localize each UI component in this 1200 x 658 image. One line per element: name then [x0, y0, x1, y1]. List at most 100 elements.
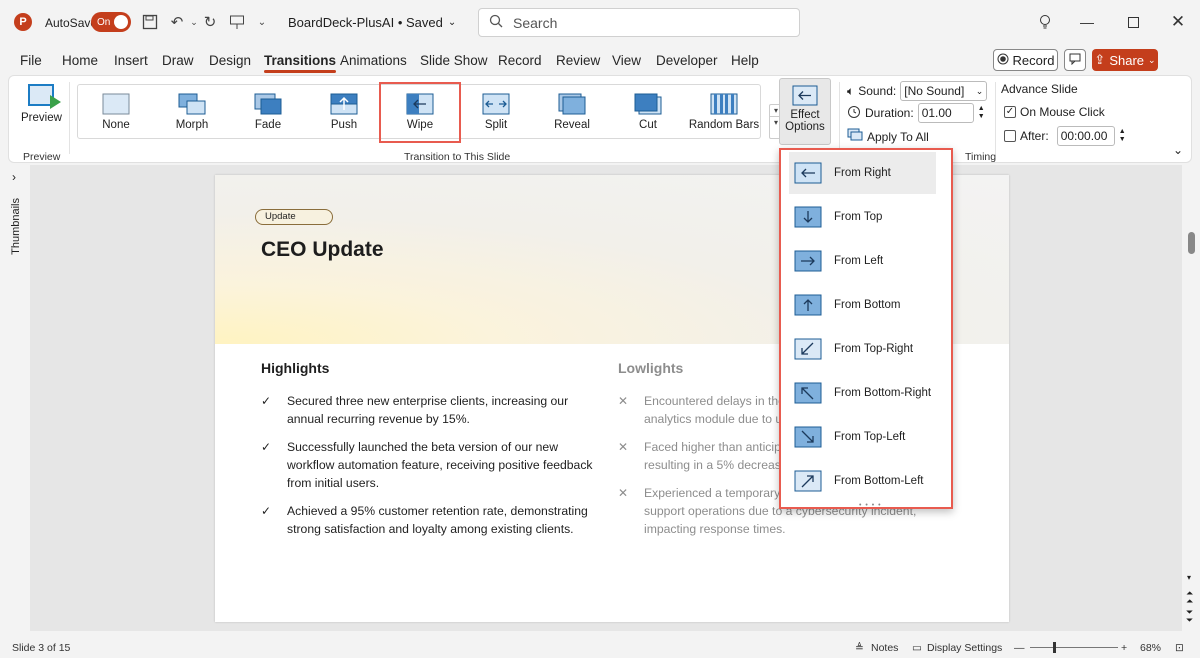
sound-label: Sound: [858, 84, 897, 98]
zoom-level[interactable]: 68% [1140, 642, 1161, 654]
display-settings-button[interactable]: Display Settings [927, 642, 1002, 654]
notes-button[interactable]: Notes [871, 642, 898, 654]
customize-toolbar-icon[interactable]: ⌄ [252, 12, 272, 32]
effect-label: From Top [834, 211, 883, 223]
close-icon[interactable]: ✕ [1167, 12, 1189, 32]
zoom-slider[interactable] [1030, 647, 1118, 648]
effect-from-top-left[interactable]: From Top-Left [789, 416, 936, 458]
sound-select[interactable]: [No Sound] ⌄ [900, 81, 988, 101]
transition-wipe[interactable]: Wipe [379, 82, 461, 143]
text-line: impacting response times. [644, 522, 786, 536]
duration-label: Duration: [865, 106, 914, 120]
autosave-toggle[interactable]: On [91, 12, 131, 32]
on-mouse-click-checkbox[interactable]: ✓ On Mouse Click [1004, 105, 1105, 119]
wipe-icon [406, 93, 434, 115]
previous-slide-icon[interactable]: ⏶ ⏶ [1186, 589, 1193, 606]
expand-thumbnails-icon[interactable]: › [12, 170, 28, 184]
menu-home[interactable]: Home [62, 53, 98, 68]
duration-spinner-icon[interactable]: ▲ ▼ [978, 105, 985, 121]
x-mark-icon: ✕ [618, 440, 629, 454]
after-spinner-icon[interactable]: ▲ ▼ [1119, 128, 1126, 144]
effect-label: From Top-Left [834, 431, 906, 443]
after-label: After: [1020, 129, 1049, 143]
menu-insert[interactable]: Insert [114, 53, 148, 68]
menu-draw[interactable]: Draw [162, 53, 194, 68]
transition-split[interactable]: Split [458, 85, 534, 140]
thumbnails-pane-collapsed[interactable]: › Thumbnails [8, 170, 28, 270]
menu-review[interactable]: Review [556, 53, 600, 68]
from-top-right-icon [794, 338, 822, 360]
menu-record[interactable]: Record [498, 53, 542, 68]
from-top-icon [794, 206, 822, 228]
scroll-down-icon[interactable]: ▾ [1187, 573, 1191, 582]
on-mouse-click-label: On Mouse Click [1020, 105, 1105, 119]
zoom-slider-thumb[interactable] [1053, 642, 1056, 653]
lightbulb-icon[interactable] [1034, 12, 1056, 32]
fit-to-window-icon[interactable]: ⊡ [1175, 642, 1184, 654]
save-icon[interactable] [140, 12, 160, 32]
apply-all-button[interactable]: Apply To All [847, 128, 929, 145]
effect-from-bottom-left[interactable]: From Bottom-Left [789, 460, 936, 502]
search-placeholder: Search [513, 14, 558, 31]
autosave-state: On [97, 16, 111, 28]
display-settings-icon[interactable]: ▭ [912, 642, 922, 654]
effect-label: From Bottom [834, 299, 901, 311]
divider [69, 82, 70, 154]
transition-morph[interactable]: Morph [154, 85, 230, 140]
text-line: Secured three new enterprise clients, in… [287, 394, 569, 408]
advance-slide-title: Advance Slide [1001, 82, 1078, 96]
menu-transitions[interactable]: Transitions [264, 53, 337, 73]
transition-cut[interactable]: Cut [610, 85, 686, 140]
transition-none[interactable]: None [78, 85, 154, 140]
menu-resize-grip-icon[interactable]: • • • • [859, 502, 882, 509]
menu-developer[interactable]: Developer [656, 53, 718, 68]
menu-design[interactable]: Design [209, 53, 251, 68]
vertical-scrollbar[interactable]: ▾ ⏶ ⏶ ⏷ ⏷ [1183, 165, 1200, 631]
effect-from-top[interactable]: From Top [789, 196, 936, 238]
scrollbar-thumb[interactable] [1188, 232, 1195, 254]
maximize-icon[interactable] [1122, 12, 1144, 32]
lowlights-heading: Lowlights [618, 360, 684, 376]
zoom-in-icon[interactable]: + [1121, 642, 1127, 654]
share-button[interactable]: ⇪ Share ⌄ [1092, 49, 1158, 71]
minimize-icon[interactable]: — [1076, 12, 1098, 32]
menu-help[interactable]: Help [731, 53, 759, 68]
notes-icon[interactable]: ≜ [855, 642, 864, 654]
duration-input[interactable]: 01.00 [917, 103, 974, 123]
collapse-ribbon-icon[interactable]: ⌄ [1173, 143, 1183, 157]
zoom-out-icon[interactable]: — [1014, 642, 1025, 654]
comment-icon [1069, 53, 1081, 68]
text-line: analytics module due to ur [644, 412, 787, 426]
transition-push[interactable]: Push [306, 85, 382, 140]
present-icon[interactable] [227, 12, 247, 32]
transition-random-bars[interactable]: Random Bars [686, 85, 762, 140]
text-line: Encountered delays in the [644, 394, 785, 408]
document-title[interactable]: BoardDeck-PlusAI • Saved ⌄ [288, 15, 456, 30]
effect-options-button[interactable]: Effect Options [779, 78, 831, 145]
comments-button[interactable] [1064, 49, 1086, 71]
record-button[interactable]: Record [993, 49, 1058, 71]
lowlight-item: ✕ Encountered delays in the analytics mo… [618, 392, 787, 428]
menu-file[interactable]: File [20, 53, 42, 68]
search-input[interactable]: Search [478, 8, 800, 37]
after-row: After: 00:00.00 ▲ ▼ [1004, 126, 1126, 146]
redo-icon[interactable]: ↻ [200, 12, 220, 32]
effect-from-right[interactable]: From Right [789, 152, 936, 194]
effect-from-bottom[interactable]: From Bottom [789, 284, 936, 326]
effect-from-bottom-right[interactable]: From Bottom-Right [789, 372, 936, 414]
menu-animations[interactable]: Animations [340, 53, 407, 68]
preview-button[interactable]: Preview [21, 84, 62, 124]
effect-from-left[interactable]: From Left [789, 240, 936, 282]
after-checkbox[interactable] [1004, 130, 1016, 142]
menu-view[interactable]: View [612, 53, 641, 68]
highlight-item: ✓ Secured three new enterprise clients, … [261, 392, 569, 428]
menu-slide-show[interactable]: Slide Show [420, 53, 488, 68]
transition-reveal[interactable]: Reveal [534, 85, 610, 140]
share-label: Share [1109, 52, 1145, 68]
transition-fade[interactable]: Fade [230, 85, 306, 140]
transition-label: Wipe [406, 119, 434, 131]
next-slide-icon[interactable]: ⏷ ⏷ [1186, 608, 1193, 625]
lowlight-item: ✕ Faced higher than anticipa resulting i… [618, 438, 788, 474]
after-input[interactable]: 00:00.00 [1056, 126, 1115, 146]
effect-from-top-right[interactable]: From Top-Right [789, 328, 936, 370]
